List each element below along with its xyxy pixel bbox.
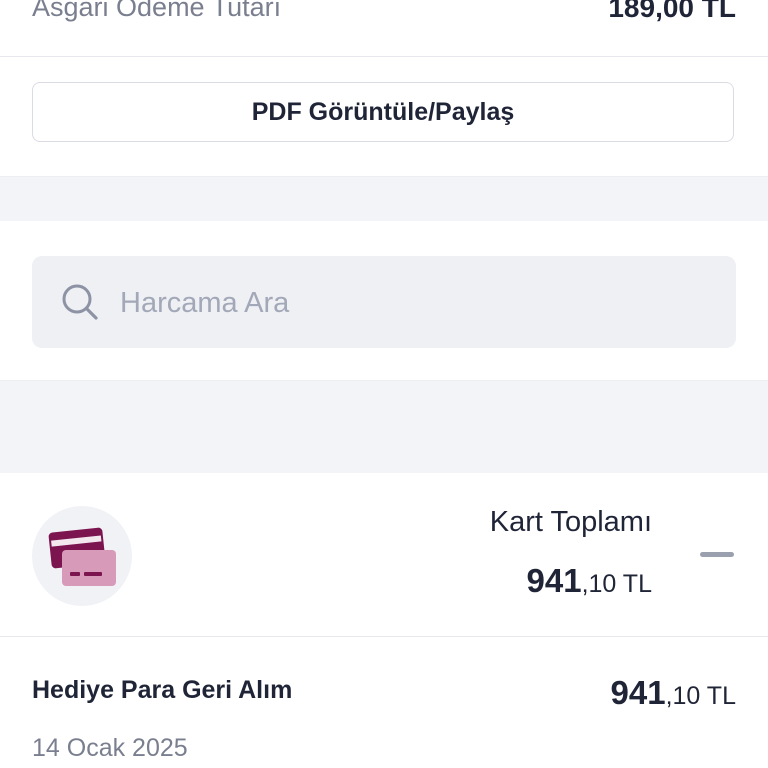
transaction-amount: 941,10 TL xyxy=(611,674,737,712)
collapse-icon[interactable] xyxy=(700,552,734,557)
card-icon xyxy=(48,527,116,586)
transaction-amount-integer: 941 xyxy=(610,674,666,711)
section-divider xyxy=(0,176,768,221)
card-total-amount-rest: ,10 TL xyxy=(581,570,652,598)
card-total-amount-integer: 941 xyxy=(526,562,582,599)
minimum-payment-label: Asgari Ödeme Tutarı xyxy=(32,0,282,22)
divider xyxy=(0,636,768,637)
transaction-amount-rest: ,10 TL xyxy=(665,682,736,710)
card-total-amount: 941,10 TL xyxy=(527,562,653,600)
transaction-title: Hediye Para Geri Alım xyxy=(32,676,293,704)
pdf-view-share-button[interactable]: PDF Görüntüle/Paylaş xyxy=(32,82,734,142)
search-bar[interactable] xyxy=(32,256,736,350)
minimum-payment-row: Asgari Ödeme Tutarı 189,00 TL xyxy=(0,0,768,57)
transaction-date: 14 Ocak 2025 xyxy=(32,734,188,762)
section-divider xyxy=(0,380,768,473)
search-input[interactable] xyxy=(118,256,702,350)
minimum-payment-value: 189,00 TL xyxy=(608,0,736,23)
card-avatar xyxy=(32,506,132,606)
card-total-label: Kart Toplamı xyxy=(489,506,652,538)
search-icon xyxy=(62,284,98,320)
